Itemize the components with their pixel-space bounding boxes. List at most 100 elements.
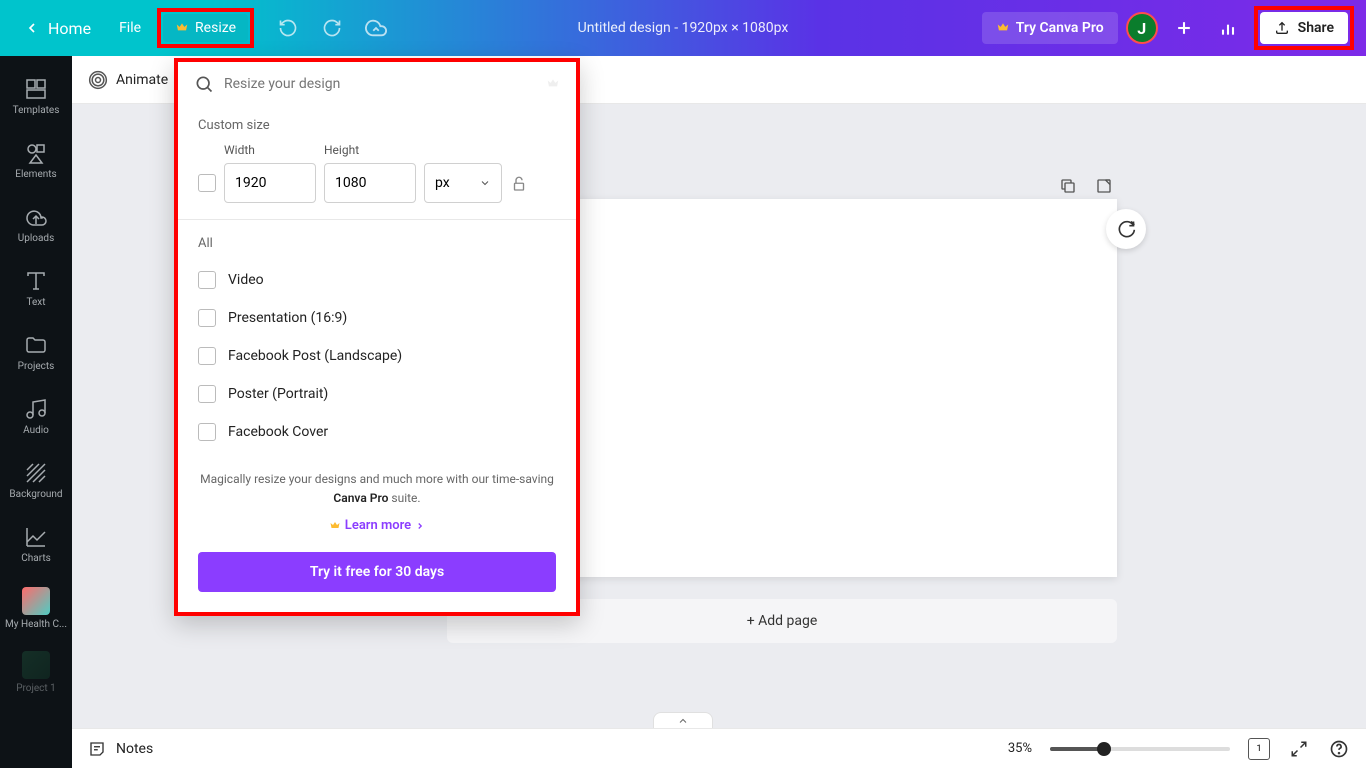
sidebar-item-audio[interactable]: Audio: [0, 384, 72, 448]
sidebar-item-templates[interactable]: Templates: [0, 64, 72, 128]
redo-icon[interactable]: [318, 14, 346, 42]
sidebar-label: Elements: [15, 169, 56, 180]
analytics-icon[interactable]: [1210, 10, 1246, 46]
resize-body[interactable]: Custom size Width Height px All Video Pr…: [178, 106, 576, 454]
bottom-bar: Notes 35% 1: [72, 728, 1366, 768]
all-section-title: All: [198, 224, 556, 261]
home-button[interactable]: Home: [12, 11, 103, 46]
notes-label: Notes: [116, 741, 153, 757]
try-pro-label: Try Canva Pro: [1016, 20, 1104, 36]
sidebar: Templates Elements Uploads Text Projects…: [0, 56, 72, 768]
resize-option[interactable]: Facebook Cover: [198, 413, 556, 451]
collapse-handle[interactable]: [653, 712, 713, 728]
resize-option[interactable]: Facebook Post (Landscape): [198, 337, 556, 375]
try-canva-pro-button[interactable]: Try Canva Pro: [982, 12, 1118, 44]
resize-option[interactable]: Video: [198, 261, 556, 299]
unit-select[interactable]: px: [424, 163, 502, 203]
sidebar-item-myhealth[interactable]: My Health C...: [0, 576, 72, 640]
regenerate-button[interactable]: [1106, 209, 1146, 249]
option-label: Video: [228, 272, 264, 288]
resize-search-input[interactable]: [224, 76, 536, 92]
resize-footer: Magically resize your designs and much m…: [178, 454, 576, 612]
resize-label: Resize: [195, 20, 236, 36]
sidebar-label: Audio: [23, 425, 49, 436]
sidebar-label: Templates: [13, 105, 60, 116]
file-menu[interactable]: File: [107, 12, 153, 44]
unit-label: px: [435, 175, 450, 191]
sidebar-label: Uploads: [18, 233, 54, 244]
chevron-left-icon: [24, 20, 40, 36]
cloud-sync-icon[interactable]: [362, 14, 390, 42]
height-group: Height: [324, 143, 416, 203]
option-checkbox[interactable]: [198, 385, 216, 403]
help-icon[interactable]: [1328, 738, 1350, 760]
option-checkbox[interactable]: [198, 271, 216, 289]
new-page-icon[interactable]: [1092, 174, 1116, 198]
resize-option[interactable]: Presentation (16:9): [198, 299, 556, 337]
option-checkbox[interactable]: [198, 423, 216, 441]
add-member-icon[interactable]: [1166, 10, 1202, 46]
document-title[interactable]: Untitled design - 1920px × 1080px: [578, 20, 789, 36]
option-label: Facebook Cover: [228, 424, 328, 440]
width-label: Width: [224, 143, 316, 157]
sidebar-item-uploads[interactable]: Uploads: [0, 192, 72, 256]
width-input[interactable]: [224, 163, 316, 203]
projects-icon: [24, 333, 48, 357]
try-free-button[interactable]: Try it free for 30 days: [198, 552, 556, 592]
zoom-value[interactable]: 35%: [1008, 741, 1032, 756]
custom-size-title: Custom size: [198, 106, 556, 143]
background-icon: [24, 461, 48, 485]
undo-icon[interactable]: [274, 14, 302, 42]
chevron-right-icon: [415, 521, 425, 531]
fullscreen-icon[interactable]: [1288, 738, 1310, 760]
project-thumb-icon: [22, 651, 50, 679]
slider-thumb[interactable]: [1097, 742, 1111, 756]
height-label: Height: [324, 143, 416, 157]
option-checkbox[interactable]: [198, 309, 216, 327]
sidebar-item-text[interactable]: Text: [0, 256, 72, 320]
sidebar-item-elements[interactable]: Elements: [0, 128, 72, 192]
option-label: Facebook Post (Landscape): [228, 348, 402, 364]
lock-aspect-icon[interactable]: [510, 175, 528, 193]
duplicate-page-icon[interactable]: [1056, 174, 1080, 198]
topbar-undo-group: [274, 14, 390, 42]
home-label: Home: [48, 19, 91, 38]
learn-more-link[interactable]: Learn more: [329, 518, 425, 533]
sidebar-label: Charts: [21, 553, 51, 564]
divider: [178, 219, 576, 220]
sidebar-label: Text: [26, 297, 45, 308]
sidebar-item-projects[interactable]: Projects: [0, 320, 72, 384]
sidebar-item-charts[interactable]: Charts: [0, 512, 72, 576]
custom-size-checkbox[interactable]: [198, 174, 216, 192]
add-page-label: + Add page: [747, 613, 818, 629]
topbar-right: Try Canva Pro J Share: [982, 6, 1354, 50]
width-group: Width: [224, 143, 316, 203]
height-input[interactable]: [324, 163, 416, 203]
topbar-left: Home File Resize: [12, 8, 390, 48]
sidebar-item-background[interactable]: Background: [0, 448, 72, 512]
notes-icon: [88, 740, 106, 758]
share-button[interactable]: Share: [1260, 12, 1348, 44]
resize-option[interactable]: Poster (Portrait): [198, 375, 556, 413]
uploads-icon: [24, 205, 48, 229]
sidebar-label: Project 1: [16, 683, 56, 694]
resize-button[interactable]: Resize: [163, 14, 248, 42]
option-label: Poster (Portrait): [228, 386, 328, 402]
option-checkbox[interactable]: [198, 347, 216, 365]
avatar[interactable]: J: [1126, 12, 1158, 44]
page-indicator[interactable]: 1: [1248, 738, 1270, 760]
animate-button[interactable]: Animate: [88, 70, 168, 90]
sidebar-label: Background: [9, 489, 62, 500]
charts-icon: [24, 525, 48, 549]
page-actions: [1056, 174, 1116, 198]
slider-fill: [1050, 747, 1104, 751]
notes-button[interactable]: Notes: [88, 740, 153, 758]
crown-icon: [546, 77, 560, 91]
topbar: Home File Resize Untitled design - 1920p…: [0, 0, 1366, 56]
text-icon: [24, 269, 48, 293]
sidebar-label: Projects: [18, 361, 55, 372]
sidebar-item-project1[interactable]: Project 1: [0, 640, 72, 704]
crown-icon: [996, 21, 1010, 35]
footer-text: Magically resize your designs and much m…: [198, 470, 556, 508]
zoom-slider[interactable]: [1050, 747, 1230, 751]
